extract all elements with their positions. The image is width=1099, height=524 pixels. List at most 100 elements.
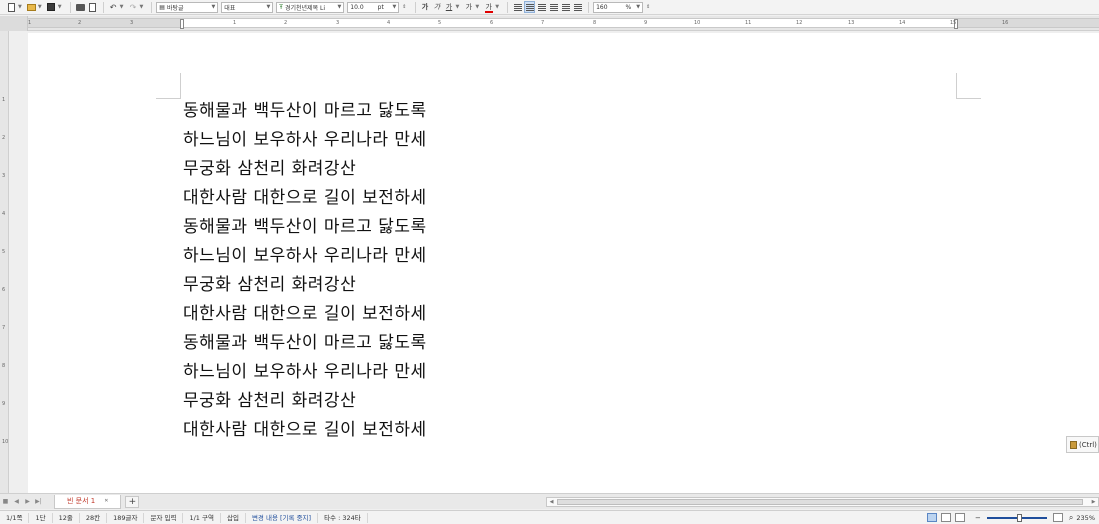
document-page[interactable]: 동해물과 백두산이 마르고 닳도록 하느님이 보우하사 우리나라 만세 무궁화 … [28, 33, 1099, 493]
document-area[interactable]: 동해물과 백두산이 마르고 닳도록 하느님이 보우하사 우리나라 만세 무궁화 … [10, 31, 1099, 493]
line-spacing-stepper-icon[interactable]: ⇕ [646, 4, 650, 10]
document-line[interactable]: 무궁화 삼천리 화려강산 [183, 271, 427, 300]
tab-document-label: 빈 문서 1 [67, 497, 96, 505]
underline-dropdown[interactable]: ▼ [456, 4, 460, 10]
status-page[interactable]: 1/1쪽 [0, 512, 30, 523]
status-insert-mode[interactable]: 삽입 [221, 512, 246, 523]
align-distribute-button[interactable] [560, 1, 571, 13]
toolbar-separator [151, 1, 153, 13]
vertical-ruler[interactable]: 1 2 3 4 5 6 7 8 9 10 [0, 31, 9, 493]
crop-mark-top-right-h [956, 98, 981, 99]
line-spacing-select[interactable]: 160 % ▼ [593, 1, 644, 13]
font-size-stepper-icon[interactable]: ⇕ [402, 4, 406, 10]
font-color-dropdown[interactable]: ▼ [495, 4, 499, 10]
save-dropdown[interactable]: ▼ [58, 4, 62, 10]
redo-button[interactable]: ↷ [127, 1, 138, 13]
close-icon[interactable]: ✕ [104, 498, 108, 504]
ruler-tick: 15 [950, 20, 957, 26]
document-line[interactable]: 하느님이 보우하사 우리나라 만세 [183, 358, 427, 387]
print-preview-button[interactable] [87, 1, 98, 13]
scroll-right-icon[interactable]: ▶ [1089, 498, 1098, 506]
tab-document[interactable]: 빈 문서 1 ✕ [54, 494, 122, 509]
zoom-icon[interactable]: ⌕ [1069, 513, 1073, 523]
ruler-tick: 14 [899, 20, 906, 26]
tab-next-icon[interactable]: ▶ [22, 498, 33, 505]
align-right-button[interactable] [548, 1, 559, 13]
scrollbar-thumb[interactable] [557, 499, 1083, 505]
horizontal-ruler[interactable]: 1 2 3 1 2 3 4 5 6 7 8 9 10 11 12 13 14 1… [0, 16, 1099, 31]
new-document-button[interactable] [6, 1, 17, 13]
font-language-select[interactable]: 대표 ▼ [221, 1, 274, 13]
view-width-button[interactable] [941, 513, 952, 522]
vruler-tick: 9 [2, 401, 6, 407]
add-tab-label: + [128, 496, 137, 507]
align-justify-button[interactable] [512, 1, 523, 13]
vruler-tick: 2 [2, 135, 6, 141]
font-type-icon: Ŧ [279, 3, 283, 11]
add-tab-button[interactable]: + [125, 495, 140, 508]
zoom-slider-knob[interactable] [1016, 513, 1022, 522]
undo-dropdown[interactable]: ▼ [120, 4, 124, 10]
font-name-select[interactable]: Ŧ 경기천년제목 Li ▼ [276, 1, 345, 13]
style-value: 바탕글 [166, 4, 184, 12]
zoom-in-button[interactable] [1052, 513, 1063, 522]
italic-button[interactable]: 가 [432, 1, 443, 13]
strikethrough-dropdown[interactable]: ▼ [475, 4, 479, 10]
ruler-band: 1 2 3 1 2 3 4 5 6 7 8 9 10 11 12 13 14 1… [28, 18, 1099, 29]
folder-icon [26, 3, 36, 11]
underline-label: 가 [445, 3, 453, 11]
new-document-icon [8, 2, 15, 12]
ruler-tab-selector[interactable] [0, 16, 28, 31]
redo-dropdown[interactable]: ▼ [139, 4, 143, 10]
print-icon [75, 3, 85, 11]
left-indent-marker[interactable] [180, 19, 184, 29]
bold-button[interactable]: 가 [420, 1, 431, 13]
scroll-left-icon[interactable]: ◀ [547, 498, 556, 506]
new-document-dropdown[interactable]: ▼ [18, 4, 22, 10]
toolbar-separator [102, 1, 104, 13]
open-button[interactable] [26, 1, 37, 13]
print-button[interactable] [75, 1, 86, 13]
document-line[interactable]: 무궁화 삼천리 화려강산 [183, 155, 427, 184]
status-track-changes[interactable]: 변경 내용 [기록 중지] [246, 512, 319, 523]
strikethrough-button[interactable]: 가 [463, 1, 474, 13]
zoom-out-icon[interactable]: − [975, 514, 981, 522]
document-line[interactable]: 동해물과 백두산이 마르고 닳도록 [183, 329, 427, 358]
view-page-button[interactable] [927, 513, 938, 522]
document-line[interactable]: 대한사람 대한으로 길이 보전하세 [183, 416, 427, 445]
document-line[interactable]: 하느님이 보우하사 우리나라 만세 [183, 242, 427, 271]
ruler-right-margin [956, 19, 1099, 27]
undo-button[interactable]: ↶ [108, 1, 119, 13]
tab-prev-icon[interactable]: ◀ [11, 498, 22, 505]
document-line[interactable]: 대한사람 대한으로 길이 보전하세 [183, 184, 427, 213]
horizontal-scrollbar[interactable]: ◀ ▶ [546, 497, 1099, 507]
font-color-button[interactable]: 가 [483, 1, 494, 13]
document-line[interactable]: 동해물과 백두산이 마르고 닳도록 [183, 97, 427, 126]
tab-first-icon[interactable]: ■ [0, 498, 11, 505]
status-zoom[interactable]: 235% [1076, 514, 1095, 522]
clipboard-icon [1070, 440, 1077, 449]
ruler-tick: 16 [1002, 20, 1009, 26]
document-line[interactable]: 무궁화 삼천리 화려강산 [183, 387, 427, 416]
vruler-tick: 1 [2, 97, 6, 103]
align-divide-button[interactable] [572, 1, 583, 13]
save-button[interactable] [46, 1, 57, 13]
view-full-button[interactable] [955, 513, 966, 522]
zoom-slider[interactable] [986, 513, 1047, 522]
align-left-button[interactable] [524, 1, 536, 13]
style-select[interactable]: ▤ 바탕글 ▼ [156, 1, 219, 13]
align-right-icon [549, 3, 558, 11]
toolbar-separator [507, 1, 509, 13]
open-dropdown[interactable]: ▼ [38, 4, 42, 10]
paste-options-button[interactable]: (Ctrl) [1066, 436, 1099, 453]
tab-last-icon[interactable]: ▶| [33, 498, 44, 505]
ruler-tick: 9 [644, 20, 648, 26]
font-size-select[interactable]: 10.0 pt ▼ [347, 1, 400, 13]
document-body[interactable]: 동해물과 백두산이 마르고 닳도록 하느님이 보우하사 우리나라 만세 무궁화 … [183, 97, 427, 445]
document-line[interactable]: 동해물과 백두산이 마르고 닳도록 [183, 213, 427, 242]
underline-button[interactable]: 가 [444, 1, 455, 13]
align-center-button[interactable] [536, 1, 547, 13]
document-line[interactable]: 대한사람 대한으로 길이 보전하세 [183, 300, 427, 329]
vruler-tick: 8 [2, 363, 6, 369]
document-line[interactable]: 하느님이 보우하사 우리나라 만세 [183, 126, 427, 155]
